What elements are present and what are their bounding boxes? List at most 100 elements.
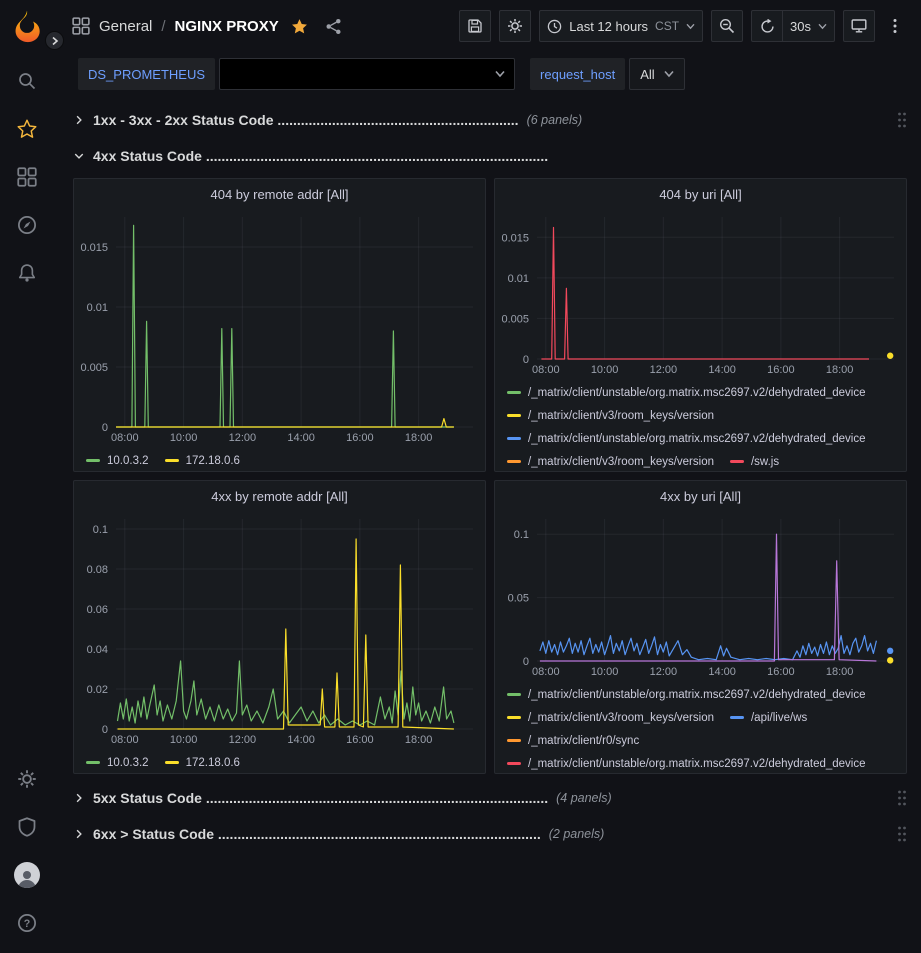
- header-actions: Last 12 hours CST 30s: [459, 10, 907, 42]
- row-drag-handle[interactable]: [897, 826, 907, 842]
- legend-item[interactable]: 172.18.0.6: [165, 452, 240, 469]
- svg-text:0: 0: [523, 354, 529, 366]
- breadcrumb-folder[interactable]: General: [99, 18, 152, 35]
- chart-canvas[interactable]: 08:0010:0012:0014:0016:0018:0000.020.040…: [74, 511, 485, 749]
- grafana-logo-icon: [11, 9, 43, 43]
- svg-text:08:00: 08:00: [532, 364, 560, 376]
- legend-item[interactable]: /_matrix/client/v3/room_keys/version: [507, 407, 714, 424]
- timeseries-plot: 08:0010:0012:0014:0016:0018:0000.020.040…: [74, 511, 485, 749]
- sidebar-item-configuration[interactable]: [0, 755, 54, 803]
- svg-text:?: ?: [24, 918, 30, 930]
- panel-404-by-remote-addr: 404 by remote addr [All] 08:0010:0012:00…: [73, 178, 486, 472]
- row-5xx[interactable]: 5xx Status Code ........................…: [73, 784, 907, 812]
- time-range-label: Last 12 hours: [569, 19, 648, 34]
- variables-bar: DS_PROMETHEUS request_host All: [54, 52, 921, 96]
- dashboard-title[interactable]: NGINX PROXY: [175, 18, 279, 35]
- drag-handle-icon: [897, 826, 907, 842]
- sidebar-item-server-admin[interactable]: [0, 803, 54, 851]
- row-4xx[interactable]: 4xx Status Code ........................…: [73, 142, 907, 170]
- svg-text:16:00: 16:00: [767, 666, 795, 678]
- row-title: 1xx - 3xx - 2xx Status Code ............…: [93, 112, 519, 128]
- more-options-button[interactable]: [883, 10, 907, 42]
- svg-text:12:00: 12:00: [650, 666, 678, 678]
- panel-title[interactable]: 404 by uri [All]: [495, 179, 906, 209]
- svg-text:16:00: 16:00: [346, 432, 374, 444]
- legend-item[interactable]: 10.0.3.2: [86, 754, 149, 771]
- series-label: 10.0.3.2: [107, 757, 149, 769]
- series-color-swatch: [507, 414, 521, 417]
- refresh-icon: [760, 19, 775, 34]
- gear-icon: [17, 769, 37, 789]
- legend-item[interactable]: 10.0.3.2: [86, 452, 149, 469]
- series-label: /_matrix/client/r0/sync: [528, 735, 639, 747]
- svg-text:08:00: 08:00: [111, 734, 139, 746]
- datasource-variable-value[interactable]: [219, 58, 515, 90]
- row-6xx[interactable]: 6xx > Status Code ......................…: [73, 820, 907, 848]
- request-host-value-text: All: [640, 67, 654, 82]
- sidebar-item-explore[interactable]: [0, 201, 54, 249]
- legend-item[interactable]: /_matrix/client/unstable/org.matrix.msc2…: [507, 686, 866, 703]
- sidebar-item-help[interactable]: ?: [0, 899, 54, 947]
- svg-text:12:00: 12:00: [650, 364, 678, 376]
- share-icon[interactable]: [325, 18, 342, 35]
- svg-text:0: 0: [523, 656, 529, 668]
- panel-title[interactable]: 4xx by remote addr [All]: [74, 481, 485, 511]
- row-1xx-3xx-2xx[interactable]: 1xx - 3xx - 2xx Status Code ............…: [73, 106, 907, 134]
- panel-title[interactable]: 4xx by uri [All]: [495, 481, 906, 511]
- kiosk-mode-button[interactable]: [843, 10, 875, 42]
- help-icon: ?: [17, 913, 37, 933]
- legend-item[interactable]: /_matrix/client/unstable/org.matrix.msc2…: [507, 430, 866, 447]
- sidebar-item-alerting[interactable]: [0, 249, 54, 297]
- sidebar-item-starred[interactable]: [0, 105, 54, 153]
- save-dashboard-button[interactable]: [459, 10, 491, 42]
- sidebar-item-profile[interactable]: [0, 851, 54, 899]
- row-drag-handle[interactable]: [897, 112, 907, 128]
- svg-text:08:00: 08:00: [111, 432, 139, 444]
- legend-item[interactable]: /_matrix/client/unstable/org.matrix.msc2…: [507, 755, 866, 772]
- svg-text:18:00: 18:00: [826, 666, 854, 678]
- row-panel-count: (4 panels): [556, 791, 612, 805]
- datasource-variable-label[interactable]: DS_PROMETHEUS: [78, 58, 215, 90]
- chart-canvas[interactable]: 08:0010:0012:0014:0016:0018:0000.0050.01…: [74, 209, 485, 447]
- timeseries-plot: 08:0010:0012:0014:0016:0018:0000.0050.01…: [495, 209, 906, 379]
- chart-legend: 10.0.3.2 172.18.0.6: [74, 447, 485, 471]
- time-range-picker[interactable]: Last 12 hours CST: [539, 10, 703, 42]
- svg-text:0.05: 0.05: [508, 593, 529, 605]
- dashboard-settings-button[interactable]: [499, 10, 531, 42]
- chart-canvas[interactable]: 08:0010:0012:0014:0016:0018:0000.0050.01…: [495, 209, 906, 379]
- legend-item[interactable]: /_matrix/client/v3/room_keys/version: [507, 709, 714, 726]
- sidebar-item-search[interactable]: [0, 57, 54, 105]
- clock-icon: [547, 19, 562, 34]
- svg-text:18:00: 18:00: [405, 734, 433, 746]
- refresh-button-group: 30s: [751, 10, 835, 42]
- series-color-swatch: [507, 460, 521, 463]
- series-label: /_matrix/client/unstable/org.matrix.msc2…: [528, 433, 866, 445]
- zoom-out-icon: [719, 18, 735, 34]
- chart-legend: 10.0.3.2 172.18.0.6: [74, 749, 485, 773]
- request-host-variable-value[interactable]: All: [629, 58, 684, 90]
- sidebar-item-dashboards[interactable]: [0, 153, 54, 201]
- refresh-button[interactable]: [751, 10, 783, 42]
- refresh-interval-dropdown[interactable]: 30s: [783, 10, 835, 42]
- row-drag-handle[interactable]: [897, 790, 907, 806]
- legend-item[interactable]: /sw.js: [730, 453, 779, 470]
- apps-icon[interactable]: [72, 17, 90, 35]
- legend-item[interactable]: /_matrix/client/v3/room_keys/version: [507, 453, 714, 470]
- zoom-out-time-button[interactable]: [711, 10, 743, 42]
- compass-icon: [17, 215, 37, 235]
- series-color-swatch: [507, 739, 521, 742]
- legend-item[interactable]: /_matrix/client/r0/sync: [507, 732, 639, 749]
- grafana-logo[interactable]: [9, 7, 45, 45]
- chart-canvas[interactable]: 08:0010:0012:0014:0016:0018:0000.050.1: [495, 511, 906, 681]
- favorite-star-icon[interactable]: [291, 18, 308, 35]
- svg-text:10:00: 10:00: [170, 734, 198, 746]
- svg-text:0.06: 0.06: [87, 604, 108, 616]
- legend-item[interactable]: /api/live/ws: [730, 709, 807, 726]
- sidebar-expand-button[interactable]: [45, 31, 64, 50]
- chart-legend: /_matrix/client/unstable/org.matrix.msc2…: [495, 681, 906, 773]
- series-label: /sw.js: [751, 456, 779, 468]
- request-host-variable-label[interactable]: request_host: [530, 58, 625, 90]
- legend-item[interactable]: 172.18.0.6: [165, 754, 240, 771]
- panel-title[interactable]: 404 by remote addr [All]: [74, 179, 485, 209]
- legend-item[interactable]: /_matrix/client/unstable/org.matrix.msc2…: [507, 384, 866, 401]
